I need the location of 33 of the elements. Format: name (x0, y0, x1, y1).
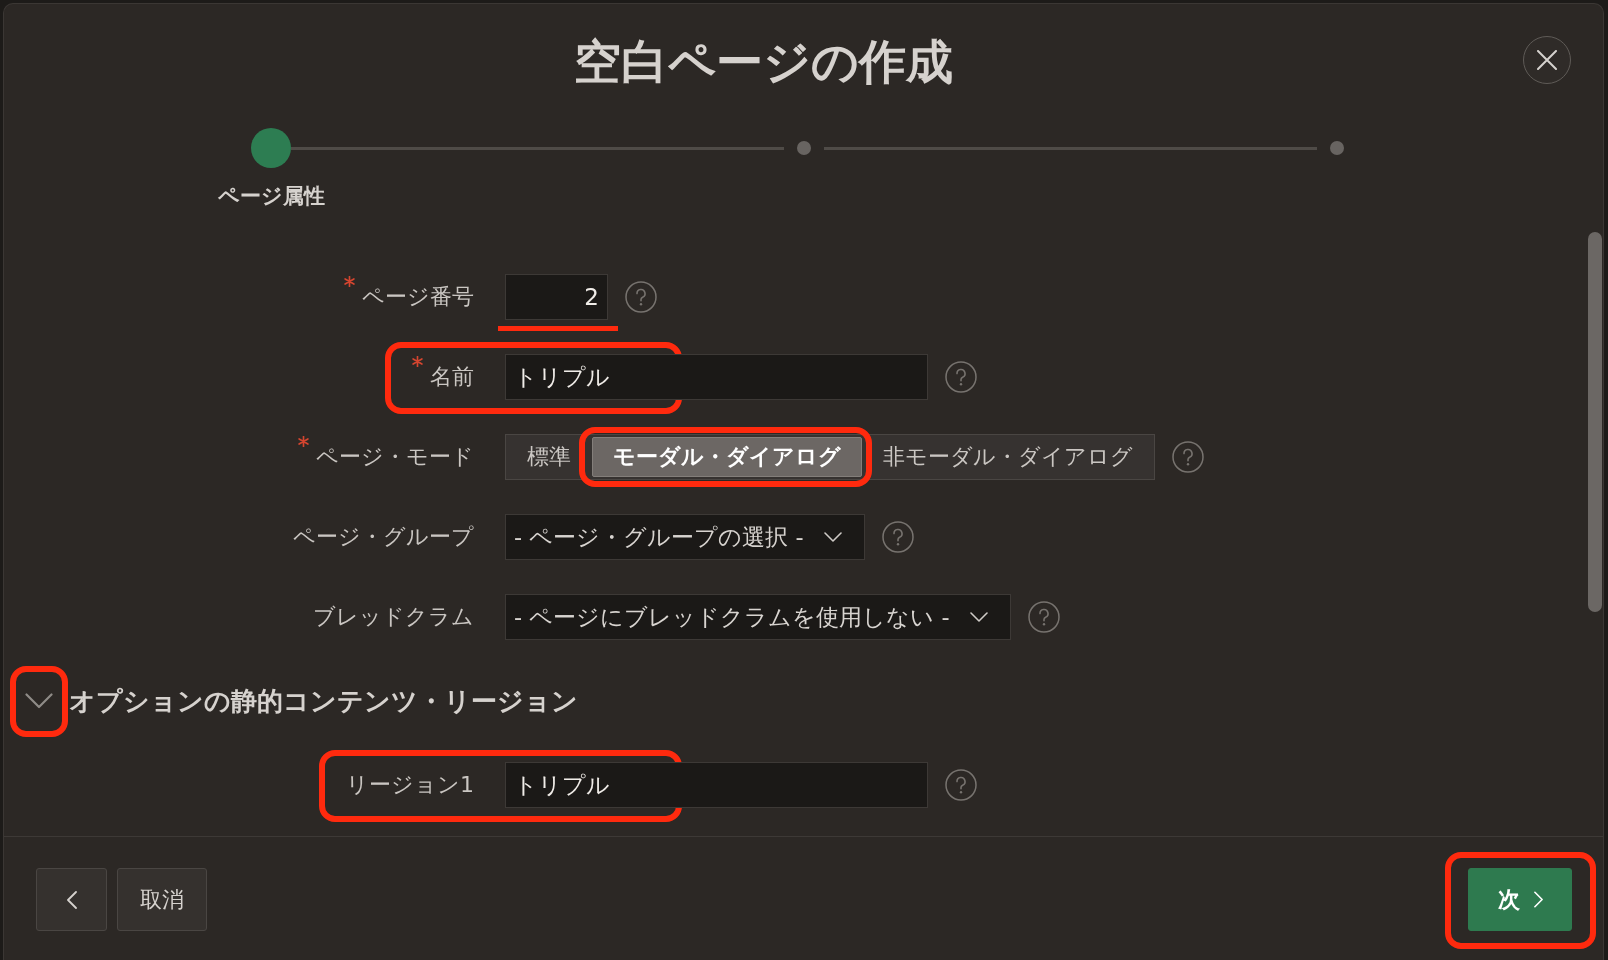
step-label: ページ属性 (217, 184, 325, 208)
chevron-left-icon (66, 890, 77, 909)
section-title: オプションの静的コンテンツ・リージョン (69, 684, 578, 718)
field-label: ブレッドクラム (313, 603, 474, 631)
text-input-field[interactable]: トリプル (505, 354, 928, 400)
chevron-down-icon (969, 612, 988, 622)
dialog-title: 空白ページの作成 (574, 34, 953, 91)
segment-option[interactable]: モーダル・ダイアログ (592, 437, 862, 477)
help-icon[interactable] (1172, 441, 1204, 473)
close-icon (1537, 50, 1557, 70)
chevron-down-icon[interactable] (25, 693, 53, 709)
dropdown-field[interactable]: - ページ・グループの選択 - (505, 514, 865, 560)
cancel-button[interactable]: 取消 (117, 868, 207, 931)
chevron-right-icon (1533, 891, 1543, 908)
next-button[interactable]: 次 (1468, 868, 1572, 931)
field-label: リージョン1 (346, 771, 474, 799)
close-button[interactable] (1523, 36, 1571, 84)
dropdown-field[interactable]: - ページにブレッドクラムを使用しない - (505, 594, 1011, 640)
field-label: ページ・グループ (293, 523, 474, 551)
segment-option[interactable]: 標準 (506, 437, 592, 477)
chevron-down-icon (823, 532, 842, 542)
scrollbar-thumb[interactable] (1588, 232, 1602, 612)
text-input-field[interactable]: トリプル (505, 762, 928, 808)
field-label: ページ番号 (362, 283, 474, 311)
field-label: 名前 (430, 363, 474, 391)
help-icon[interactable] (881, 521, 914, 553)
help-icon[interactable] (1027, 601, 1060, 633)
help-icon[interactable] (625, 281, 657, 313)
field-label: ページ・モード (316, 443, 474, 471)
help-icon[interactable] (945, 769, 977, 801)
text-input-field[interactable]: 2 (505, 274, 608, 320)
segment-option[interactable]: 非モーダル・ダイアログ (862, 437, 1154, 477)
help-icon[interactable] (945, 361, 977, 393)
